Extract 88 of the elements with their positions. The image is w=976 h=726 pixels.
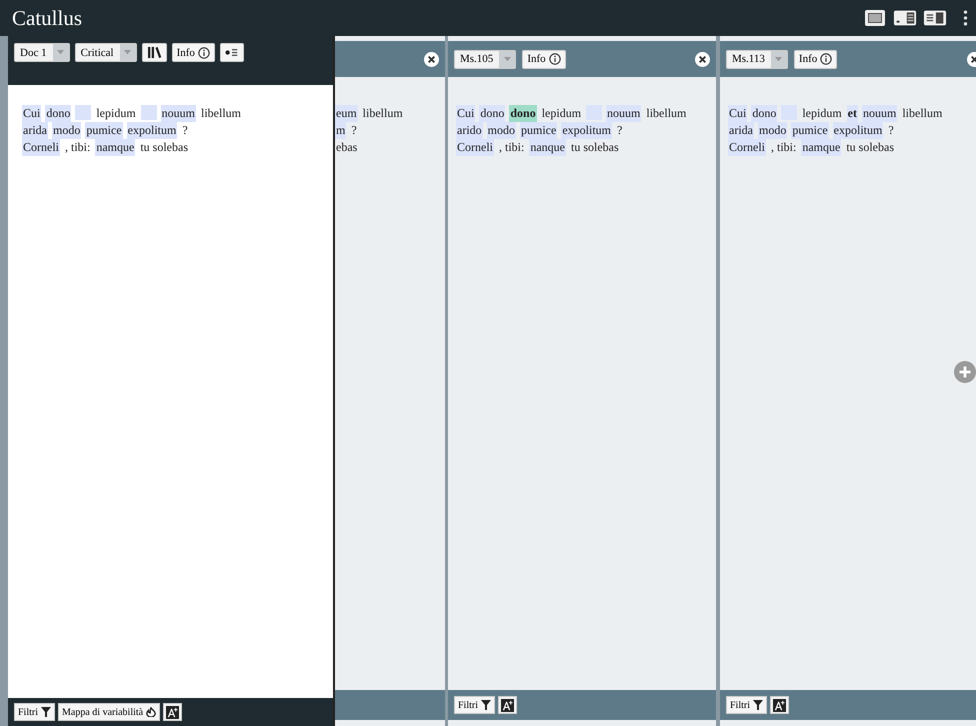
highlighted-word: eum: [335, 105, 358, 122]
font-size-button[interactable]: [163, 703, 182, 721]
text-word: ?: [887, 122, 895, 139]
text-word: libellum: [200, 105, 242, 122]
highlighted-word: dono: [751, 105, 778, 122]
flame-icon: [146, 707, 156, 717]
highlighted-word: nouum: [606, 105, 642, 122]
caret-icon: [770, 50, 787, 68]
text-word: , tibi:: [770, 139, 798, 156]
highlighted-word: namque: [95, 139, 136, 156]
highlighted-word: nouum: [862, 105, 898, 122]
highlighted-word: arida: [728, 122, 754, 139]
list-icon: [224, 48, 239, 57]
highlighted-word: Corneli: [456, 139, 494, 156]
text-word: libellum: [645, 105, 688, 122]
highlighted-word: nanque: [529, 139, 566, 156]
highlighted-word: Corneli: [728, 139, 766, 156]
font-size-button[interactable]: [770, 696, 790, 714]
single-view-icon[interactable]: [863, 9, 887, 27]
highlighted-word: pumice: [85, 122, 123, 139]
empty-slot: [75, 105, 92, 120]
document-select[interactable]: Doc 1: [14, 43, 70, 62]
highlighted-word: modo: [758, 122, 788, 139]
text-word: ebas: [335, 139, 358, 156]
variant-word: et: [846, 105, 858, 122]
info-button[interactable]: Info: [522, 50, 566, 68]
text-word: , tibi:: [64, 139, 92, 156]
highlighted-word: dono: [479, 105, 506, 122]
text-word: lepidum: [95, 105, 137, 122]
add-panel-icon[interactable]: [954, 361, 976, 383]
highlighted-word: Cui: [728, 105, 748, 122]
witness-select[interactable]: Ms.113: [726, 50, 788, 68]
info-button[interactable]: Info: [172, 43, 215, 62]
filter-icon: [753, 700, 764, 710]
highlighted-word: modo: [486, 122, 516, 139]
variant-word: dono: [509, 105, 537, 122]
info-icon: [820, 53, 832, 65]
variability-map-button[interactable]: Mappa di variabilità: [58, 703, 160, 721]
library-button[interactable]: [142, 43, 167, 62]
text-word: libellum: [362, 105, 404, 122]
info-button[interactable]: Info: [794, 50, 838, 68]
text-word: , tibi:: [498, 139, 526, 156]
edition-select[interactable]: Critical: [74, 43, 137, 62]
highlighted-word: pumice: [520, 122, 558, 139]
highlighted-word: nouum: [160, 105, 196, 122]
more-menu-icon[interactable]: [963, 9, 968, 27]
highlighted-word: arida: [22, 122, 48, 139]
caret-icon: [120, 44, 136, 61]
info-icon: [548, 53, 561, 65]
split-view-icon[interactable]: [893, 9, 917, 27]
text-word: tu solebas: [845, 139, 896, 156]
info-icon: [198, 46, 210, 58]
filter-button[interactable]: Filtri: [726, 696, 768, 714]
text-word: ?: [181, 122, 189, 139]
caret-icon: [52, 44, 69, 61]
highlighted-word: Cui: [22, 105, 42, 122]
highlighted-word: pumice: [791, 122, 829, 139]
text-word: lepidum: [801, 105, 843, 122]
close-icon[interactable]: [424, 52, 439, 66]
text-word: tu solebas: [139, 139, 190, 156]
close-icon[interactable]: [695, 52, 710, 66]
highlighted-word: expolitum: [561, 122, 612, 139]
highlighted-word: namque: [801, 139, 842, 156]
books-icon: [146, 46, 162, 59]
highlighted-word: arido: [456, 122, 483, 139]
highlighted-word: m: [335, 122, 346, 139]
text-word: libellum: [901, 105, 944, 122]
highlighted-word: Corneli: [22, 139, 60, 156]
filter-icon: [481, 700, 492, 710]
filter-icon: [41, 707, 52, 717]
text-word: ?: [616, 122, 624, 139]
text-word: tu solebas: [570, 139, 620, 156]
font-size-button[interactable]: [498, 696, 518, 714]
app-title: Catullus: [12, 6, 82, 30]
filter-button[interactable]: Filtri: [14, 703, 56, 721]
highlighted-word: dono: [45, 105, 72, 122]
text-word: ?: [350, 122, 358, 139]
text-word: lepidum: [540, 105, 582, 122]
highlighted-word: expolitum: [832, 122, 884, 139]
highlighted-word: Cui: [456, 105, 476, 122]
highlighted-word: expolitum: [126, 122, 178, 139]
columns-view-icon[interactable]: [923, 9, 947, 27]
list-toggle-button[interactable]: [220, 43, 244, 62]
witness-select[interactable]: Ms.105: [454, 50, 516, 68]
filter-button[interactable]: Filtri: [454, 696, 496, 714]
empty-slot: [140, 105, 157, 120]
caret-icon: [499, 50, 516, 68]
highlighted-word: modo: [52, 122, 82, 139]
